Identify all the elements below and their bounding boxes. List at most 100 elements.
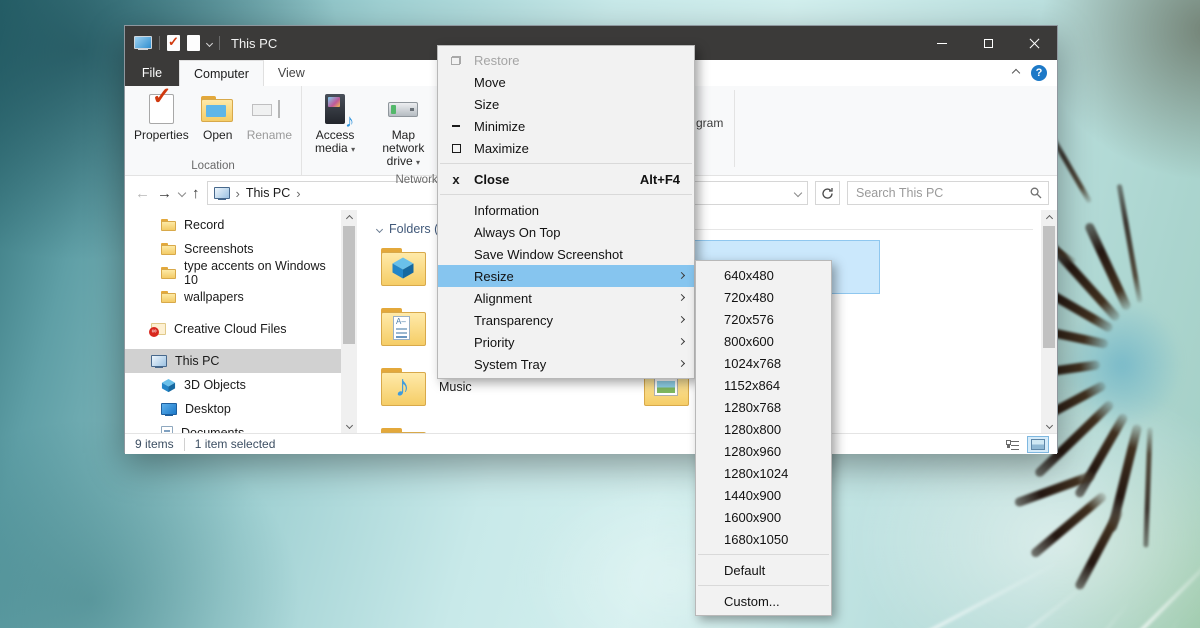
scroll-down-icon[interactable] (1047, 417, 1052, 433)
resolution-1280x960[interactable]: 1280x960 (696, 440, 831, 462)
scroll-down-icon[interactable] (347, 417, 352, 433)
sidebar-item-documents[interactable]: Documents (125, 421, 341, 433)
maximize-button[interactable] (965, 26, 1011, 60)
minimize-icon (452, 125, 460, 127)
fluff-strand (853, 580, 1091, 628)
open-folder-icon (201, 96, 235, 122)
sidebar-item-3d-objects[interactable]: 3D Objects (125, 373, 341, 397)
resolution-720x480[interactable]: 720x480 (696, 286, 831, 308)
search-icon (1030, 187, 1042, 199)
sidebar-item-desktop[interactable]: Desktop (125, 397, 341, 421)
menu-separator (698, 585, 829, 586)
search-input[interactable] (847, 181, 1049, 205)
menu-item-maximize[interactable]: Maximize (438, 137, 694, 159)
resolution-1280x1024[interactable]: 1280x1024 (696, 462, 831, 484)
resolution-1024x768[interactable]: 1024x768 (696, 352, 831, 374)
thumbnails-view-button[interactable] (1027, 436, 1049, 453)
access-media-button[interactable]: Access media ▾ (306, 88, 364, 158)
new-item-qat-icon[interactable] (187, 35, 200, 51)
tab-view[interactable]: View (264, 60, 319, 86)
menu-separator (440, 163, 692, 164)
recent-locations-icon[interactable] (178, 189, 186, 197)
resolution-720x576[interactable]: 720x576 (696, 308, 831, 330)
resolution-1440x900[interactable]: 1440x900 (696, 484, 831, 506)
navigation-pane: Record Screenshots type accents on Windo… (125, 210, 361, 433)
menu-item-always-on-top[interactable]: Always On Top (438, 221, 694, 243)
fluff-strand (794, 560, 1060, 628)
submenu-arrow-icon (678, 360, 685, 367)
tile-videos[interactable]: Videos (375, 420, 617, 433)
media-server-icon (325, 94, 345, 124)
dropdown-chevron-icon: ▾ (416, 158, 420, 167)
menu-item-system-tray[interactable]: System Tray (438, 353, 694, 375)
menu-item-restore[interactable]: Restore (438, 49, 694, 71)
menu-item-information[interactable]: Information (438, 199, 694, 221)
sidebar-item-type-accents[interactable]: type accents on Windows 10 (125, 261, 341, 285)
sidebar-item-creative-cloud-files[interactable]: Creative Cloud Files (125, 317, 341, 341)
menu-item-transparency[interactable]: Transparency (438, 309, 694, 331)
tab-computer[interactable]: Computer (179, 60, 264, 86)
details-view-button[interactable] (1001, 436, 1023, 453)
resolution-1152x864[interactable]: 1152x864 (696, 374, 831, 396)
rename-button[interactable]: Rename (242, 88, 297, 144)
map-network-drive-button[interactable]: Map network drive ▾ (366, 88, 441, 171)
group-label-location: Location (129, 157, 297, 175)
minimize-ribbon-icon[interactable] (1012, 69, 1020, 77)
refresh-button[interactable] (815, 181, 840, 205)
sidebar-item-record[interactable]: Record (125, 213, 341, 237)
breadcrumb-this-pc[interactable]: This PC (246, 186, 290, 200)
creative-cloud-icon (151, 323, 166, 335)
divider (219, 36, 220, 50)
scrollbar-thumb[interactable] (343, 226, 355, 344)
help-icon[interactable]: ? (1031, 65, 1047, 81)
properties-qat-icon[interactable] (167, 35, 180, 51)
scroll-up-icon[interactable] (1047, 210, 1052, 226)
collapse-group-icon[interactable] (376, 225, 383, 232)
scroll-up-icon[interactable] (347, 210, 352, 226)
document-icon (393, 316, 410, 340)
menu-item-priority[interactable]: Priority (438, 331, 694, 353)
menu-item-alignment[interactable]: Alignment (438, 287, 694, 309)
ribbon-divider (734, 90, 735, 167)
address-dropdown-icon[interactable] (794, 189, 802, 197)
scrollbar-thumb[interactable] (1043, 226, 1055, 348)
folder-icon (161, 291, 176, 303)
forward-button[interactable]: → (157, 186, 172, 201)
resolution-1280x800[interactable]: 1280x800 (696, 418, 831, 440)
main-scrollbar[interactable] (1041, 210, 1057, 433)
menu-item-close[interactable]: x Close Alt+F4 (438, 168, 694, 190)
resolution-800x600[interactable]: 800x600 (696, 330, 831, 352)
folder-icon (161, 267, 176, 279)
resize-submenu: 640x480 720x480 720x576 800x600 1024x768… (695, 260, 832, 616)
sidebar-item-screenshots[interactable]: Screenshots (125, 237, 341, 261)
menu-item-move[interactable]: Move (438, 71, 694, 93)
menu-item-minimize[interactable]: Minimize (438, 115, 694, 137)
maximize-icon (984, 39, 993, 48)
up-button[interactable]: ↑ (192, 186, 200, 201)
sidebar-item-this-pc[interactable]: This PC (125, 349, 341, 373)
back-button[interactable]: ← (135, 186, 150, 201)
menu-item-resize[interactable]: Resize (438, 265, 694, 287)
properties-button[interactable]: Properties (129, 88, 194, 144)
minimize-icon (937, 43, 947, 44)
clipped-ribbon-text: gram (696, 116, 723, 130)
menu-item-size[interactable]: Size (438, 93, 694, 115)
submenu-arrow-icon (678, 272, 685, 279)
sidebar-item-wallpapers[interactable]: wallpapers (125, 285, 341, 309)
open-button[interactable]: Open (196, 88, 240, 144)
sidebar-scrollbar[interactable] (341, 210, 357, 433)
documents-icon (161, 426, 173, 433)
menu-item-default[interactable]: Default (696, 559, 831, 581)
menu-item-custom[interactable]: Custom... (696, 590, 831, 612)
this-pc-icon (134, 36, 152, 50)
thumbnails-view-icon (1031, 439, 1045, 450)
resolution-1600x900[interactable]: 1600x900 (696, 506, 831, 528)
menu-item-save-window-screenshot[interactable]: Save Window Screenshot (438, 243, 694, 265)
resolution-1680x1050[interactable]: 1680x1050 (696, 528, 831, 550)
minimize-button[interactable] (919, 26, 965, 60)
3d-objects-icon (161, 378, 176, 393)
resolution-640x480[interactable]: 640x480 (696, 264, 831, 286)
close-button[interactable] (1011, 26, 1057, 60)
resolution-1280x768[interactable]: 1280x768 (696, 396, 831, 418)
qat-dropdown-icon[interactable] (206, 39, 213, 46)
